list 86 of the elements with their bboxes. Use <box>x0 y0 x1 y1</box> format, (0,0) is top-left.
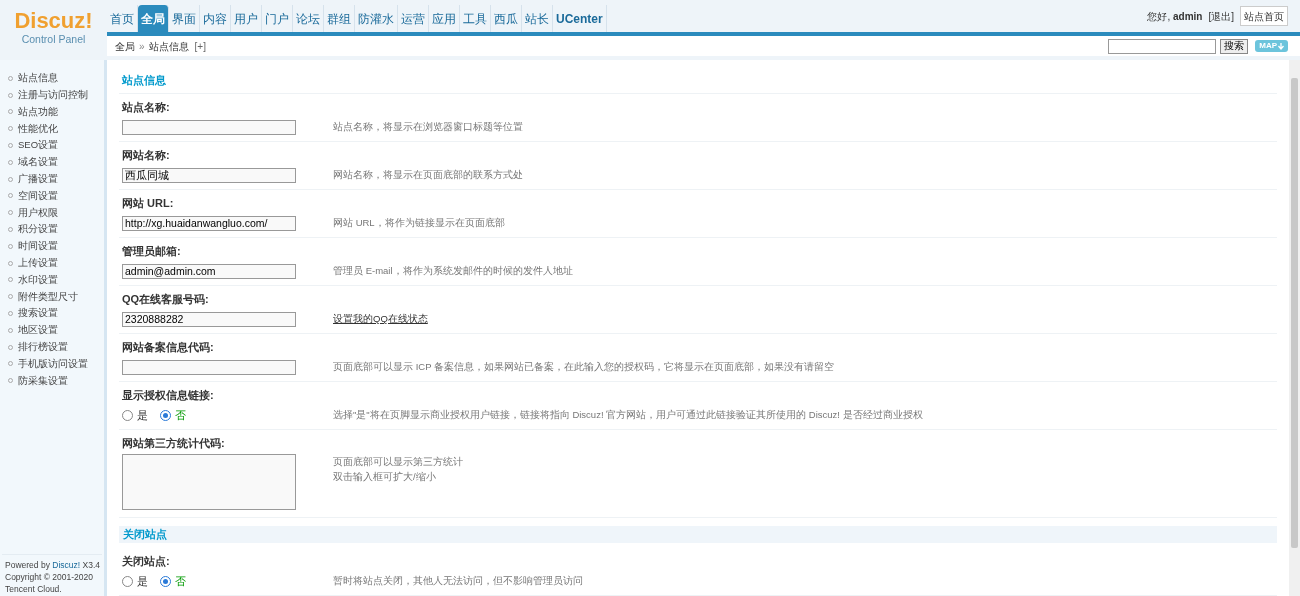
nav-tab[interactable]: 群组 <box>324 5 355 32</box>
field-hint: 选择"是"将在页脚显示商业授权用户链接，链接将指向 Discuz! 官方网站，用户可通过此链接验证其所使用的 Discuz! 是否经过商业授权 <box>333 407 923 422</box>
field-label: 网站第三方统计代码: <box>121 435 226 450</box>
nav-tab[interactable]: 西瓜 <box>491 5 522 32</box>
nav-tab[interactable]: 站长 <box>522 5 553 32</box>
sidebar-link[interactable]: 搜索设置 <box>8 305 104 322</box>
nav-tab[interactable]: 内容 <box>200 5 231 32</box>
text-input[interactable]: http://xg.huaidanwangluo.com/ <box>122 216 296 232</box>
sidebar-link[interactable]: 积分设置 <box>8 221 104 238</box>
field-label: 管理员邮箱: <box>121 243 182 258</box>
radio-button[interactable] <box>160 576 171 587</box>
qq-status-link[interactable]: 设置我的QQ在线状态 <box>333 311 428 327</box>
nav-tab[interactable]: 应用 <box>429 5 460 32</box>
radio-label: 是 <box>137 574 148 590</box>
breadcrumb-separator: » <box>139 39 145 54</box>
field-hint: 暂时将站点关闭，其他人无法访问，但不影响管理员访问 <box>333 574 583 589</box>
nav-tab[interactable]: 工具 <box>460 5 491 32</box>
add-shortcut-link[interactable]: [+] <box>194 38 206 54</box>
greeting-text: 您好, admin <box>1147 9 1203 24</box>
logo-subtitle: Control Panel <box>21 33 86 45</box>
sidebar-link[interactable]: 防采集设置 <box>8 372 104 390</box>
search-button[interactable]: 搜索 <box>1220 38 1249 54</box>
sidebar-link[interactable]: 空间设置 <box>8 187 104 205</box>
sidebar-link[interactable]: 域名设置 <box>8 154 104 171</box>
field-label: 显示授权信息链接: <box>121 387 215 402</box>
text-input[interactable]: admin@admin.com <box>122 264 296 280</box>
field-label: 网站 URL: <box>121 195 175 210</box>
text-input[interactable]: 西瓜同城 <box>122 168 296 184</box>
scrollbar[interactable] <box>1289 60 1300 596</box>
logo-title: Discuz! <box>14 9 93 33</box>
sidebar-link[interactable]: 地区设置 <box>8 321 104 339</box>
sidebar-link[interactable]: 上传设置 <box>8 254 104 272</box>
text-input[interactable]: 2320888282 <box>122 312 296 328</box>
nav-tab[interactable]: 全局 <box>138 5 169 32</box>
nav-tab[interactable]: 门户 <box>262 5 293 32</box>
breadcrumb-item[interactable]: 站点信息 <box>148 38 189 54</box>
code-textarea[interactable] <box>122 453 296 510</box>
section-header: 关闭站点 <box>119 525 1277 543</box>
field-hint: 页面底部可以显示 ICP 备案信息，如果网站已备案，在此输入您的授权码，它将显示在页面底部，如果没有请留空 <box>333 359 834 374</box>
field-hint: 双击输入框可扩大/缩小 <box>333 469 437 484</box>
copyright-text: Copyright © 2001-2020 <box>5 571 94 583</box>
sidebar-link[interactable]: 时间设置 <box>8 237 104 255</box>
field-hint: 管理员 E-mail，将作为系统发邮件的时候的发件人地址 <box>333 263 573 278</box>
nav-tab[interactable]: 用户 <box>231 5 262 32</box>
company-text: Tencent Cloud. <box>5 583 63 595</box>
sidebar-link[interactable]: 手机版访问设置 <box>8 355 104 373</box>
radio-button[interactable] <box>160 409 171 421</box>
site-home-button[interactable]: 站点首页 <box>1240 6 1288 26</box>
nav-tab[interactable]: 论坛 <box>293 5 324 32</box>
discuz-link[interactable]: Discuz! <box>52 560 81 570</box>
sidebar-link[interactable]: 站点功能 <box>8 103 104 121</box>
text-input[interactable] <box>122 360 296 376</box>
breadcrumb-item[interactable]: 全局 <box>115 38 135 54</box>
field-hint: 站点名称，将显示在浏览器窗口标题等位置 <box>333 119 523 134</box>
field-label: 网站备案信息代码: <box>121 339 215 354</box>
sidebar-link[interactable]: 用户权限 <box>8 204 104 222</box>
sidebar-link[interactable]: 性能优化 <box>8 120 104 138</box>
sidebar-link[interactable]: SEO设置 <box>8 137 104 154</box>
sidebar-link[interactable]: 水印设置 <box>8 271 104 289</box>
text-input[interactable] <box>122 120 296 136</box>
field-label: QQ在线客服号码: <box>121 291 210 306</box>
field-label: 站点名称: <box>121 99 171 114</box>
field-label: 关闭站点: <box>121 554 171 568</box>
radio-button[interactable] <box>122 409 133 421</box>
sidebar-link[interactable]: 注册与访问控制 <box>8 86 104 104</box>
field-hint: 页面底部可以显示第三方统计 <box>333 454 463 469</box>
field-label: 网站名称: <box>121 147 171 162</box>
field-hint: 网站名称，将显示在页面底部的联系方式处 <box>333 167 523 182</box>
radio-label: 是 <box>137 407 148 423</box>
nav-tab[interactable]: 运营 <box>398 5 429 32</box>
radio-label: 否 <box>175 407 186 423</box>
radio-label: 否 <box>175 574 186 590</box>
sidebar-link[interactable]: 排行榜设置 <box>8 338 104 356</box>
down-arrow-icon <box>1278 42 1284 50</box>
page-title: 站点信息 <box>119 72 1277 94</box>
search-field[interactable] <box>1108 38 1217 54</box>
nav-tab[interactable]: UCenter <box>553 5 607 32</box>
nav-tab[interactable]: 防灌水 <box>355 5 398 32</box>
sidebar-link[interactable]: 站点信息 <box>8 70 104 87</box>
powered-by-text: Powered by Discuz! X3.4 <box>5 559 101 571</box>
sidebar-link[interactable]: 广播设置 <box>8 170 104 188</box>
logout-link[interactable]: [退出] <box>1208 8 1234 24</box>
radio-button[interactable] <box>122 576 133 587</box>
nav-tab[interactable]: 界面 <box>169 5 200 32</box>
sidebar-link[interactable]: 附件类型尺寸 <box>8 288 104 306</box>
field-hint: 网站 URL，将作为链接显示在页面底部 <box>333 215 505 230</box>
